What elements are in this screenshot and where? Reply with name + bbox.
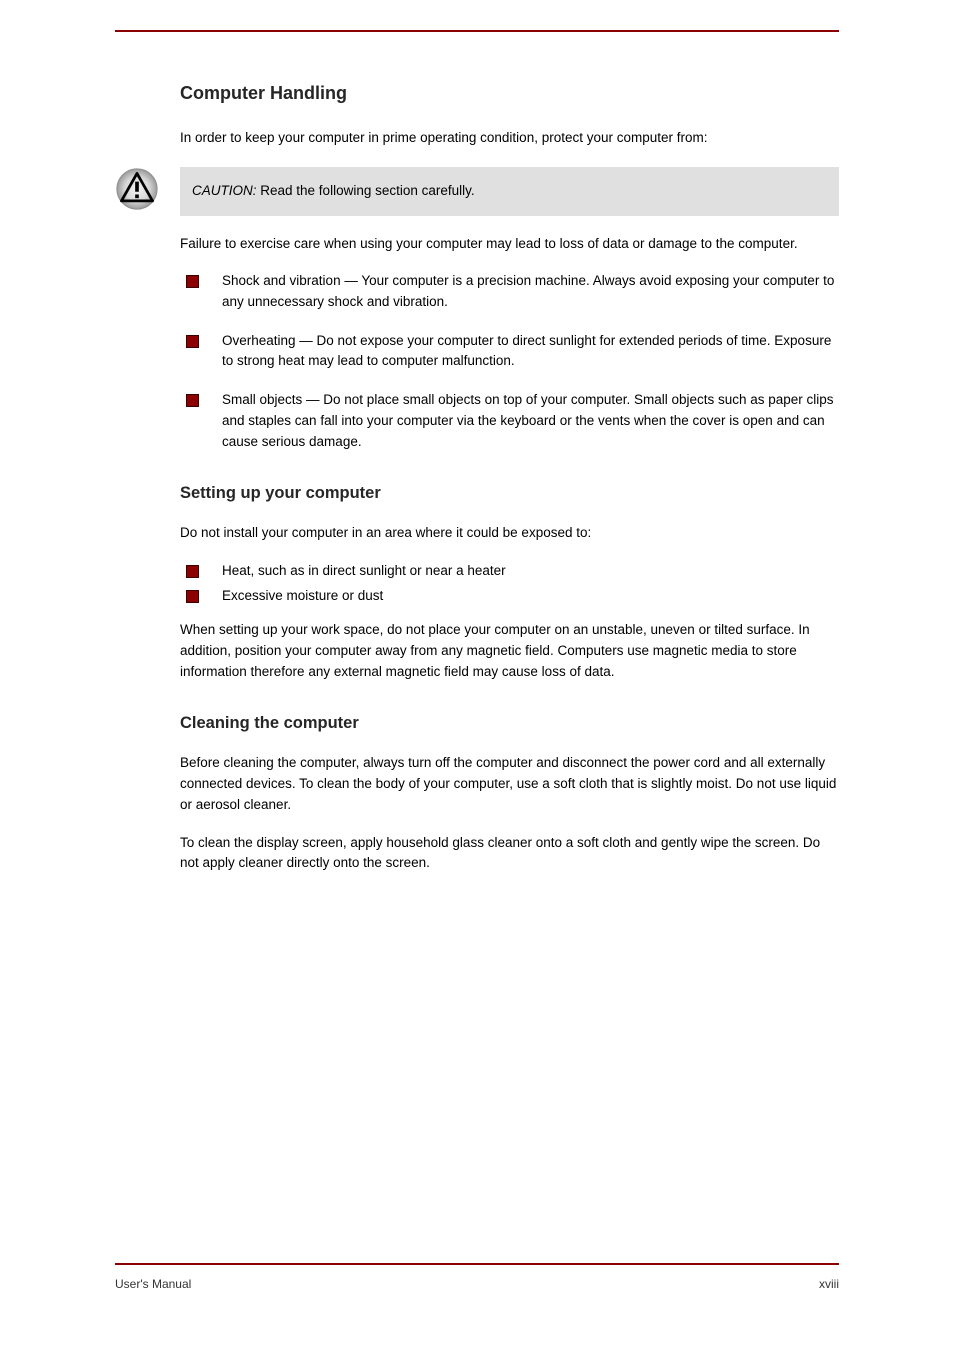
cleaning-paragraph-2: To clean the display screen, apply house…: [180, 833, 839, 875]
list-item: Excessive moisture or dust: [180, 586, 839, 607]
caution-heading-rest: Read the following section carefully.: [257, 183, 475, 198]
caution-heading-bar: CAUTION: Read the following section care…: [180, 167, 839, 216]
top-divider: [115, 30, 839, 32]
setup-paragraph-1: Do not install your computer in an area …: [180, 523, 839, 544]
list-item: Small objects — Do not place small objec…: [180, 390, 839, 453]
caution-block: CAUTION: Read the following section care…: [115, 167, 839, 216]
subsection-title-setup: Setting up your computer: [180, 481, 839, 507]
caution-icon: [115, 167, 159, 211]
setup-paragraph-2: When setting up your work space, do not …: [180, 620, 839, 683]
page-footer: User's Manual xviii: [115, 1263, 839, 1294]
setup-bullet-list: Heat, such as in direct sunlight or near…: [180, 561, 839, 607]
bottom-divider: [115, 1263, 839, 1265]
footer-right: xviii: [819, 1275, 839, 1294]
cleaning-paragraph-1: Before cleaning the computer, always tur…: [180, 753, 839, 816]
subsection-title-cleaning: Cleaning the computer: [180, 711, 839, 737]
list-item: Overheating — Do not expose your compute…: [180, 331, 839, 373]
footer-left: User's Manual: [115, 1275, 191, 1294]
list-item: Heat, such as in direct sunlight or near…: [180, 561, 839, 582]
caution-heading-italic: CAUTION:: [192, 183, 257, 198]
list-item: Shock and vibration — Your computer is a…: [180, 271, 839, 313]
intro-paragraph: In order to keep your computer in prime …: [180, 128, 839, 149]
main-bullet-list: Shock and vibration — Your computer is a…: [180, 271, 839, 453]
caution-body: Failure to exercise care when using your…: [180, 234, 839, 255]
section-title: Computer Handling: [180, 80, 839, 108]
caution-icon-wrap: [115, 167, 180, 211]
